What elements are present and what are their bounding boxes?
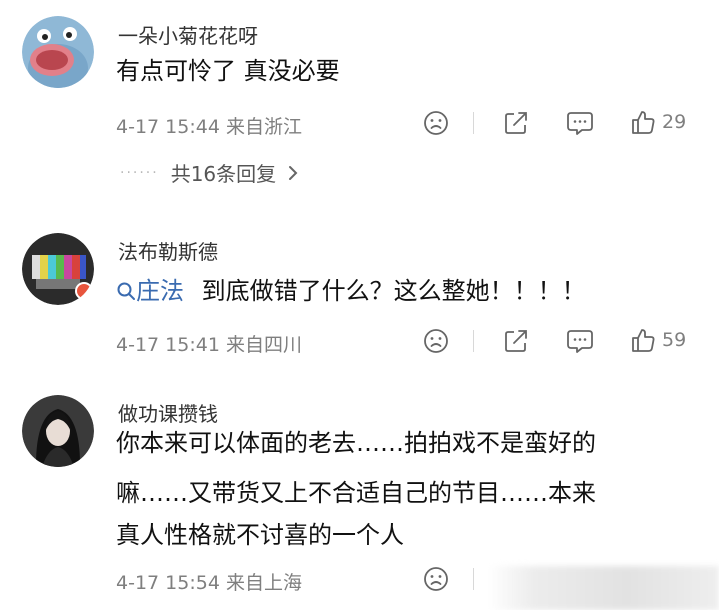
divider — [473, 330, 474, 352]
search-icon — [117, 282, 135, 300]
reply-count-label: 共16条回复 — [170, 162, 277, 186]
share-button[interactable] — [503, 328, 529, 354]
divider — [473, 112, 474, 134]
share-button[interactable] — [503, 110, 529, 136]
dots-decoration: ······ — [120, 164, 159, 181]
sad-face-icon — [424, 567, 448, 591]
avatar[interactable] — [22, 233, 94, 305]
thumbs-up-icon — [632, 329, 655, 352]
comment-meta: 4-17 15:41 来自四川 — [116, 334, 302, 356]
chevron-right-icon — [289, 165, 298, 180]
comment-button[interactable] — [566, 110, 594, 136]
comment-text: 有点可怜了 真没必要 — [116, 57, 340, 85]
comment-meta: 4-17 15:54 来自上海 — [116, 572, 302, 594]
comment-button[interactable] — [566, 328, 594, 354]
sad-face-icon — [424, 329, 448, 353]
comment-meta: 4-17 15:44 来自浙江 — [116, 116, 302, 138]
avatar[interactable] — [22, 395, 94, 467]
comment-text: 庄法 到底做错了什么？这么整她！！！！ — [116, 272, 586, 310]
share-icon — [505, 112, 527, 134]
divider — [473, 568, 474, 590]
sad-face-icon — [424, 111, 448, 135]
like-count: 29 — [662, 111, 687, 133]
username[interactable]: 做功课攒钱 — [118, 398, 218, 427]
like-button[interactable]: 59 — [630, 327, 686, 353]
mention-name: 庄法 — [136, 277, 184, 305]
comment-body: 到底做错了什么？这么整她！！！！ — [201, 277, 586, 305]
comment-icon — [567, 330, 593, 353]
dislike-button[interactable] — [423, 566, 449, 592]
blurred-watermark — [488, 566, 719, 610]
username[interactable]: 法布勒斯德 — [118, 236, 218, 265]
view-replies-link[interactable]: ······ 共16条回复 — [120, 158, 302, 187]
avatar[interactable] — [22, 16, 94, 88]
mention-link[interactable]: 庄法 — [116, 277, 192, 305]
share-icon — [505, 330, 527, 352]
comment-icon — [567, 112, 593, 135]
thumbs-up-icon — [632, 111, 655, 134]
dislike-button[interactable] — [423, 328, 449, 354]
like-button[interactable]: 29 — [630, 109, 686, 135]
like-count: 59 — [662, 329, 687, 351]
dislike-button[interactable] — [423, 110, 449, 136]
username[interactable]: 一朵小菊花花呀 — [118, 20, 258, 49]
comment-text: 你本来可以体面的老去……拍拍戏不是蛮好的 嘛……又带货又上不合适自己的节目……本… — [116, 429, 596, 549]
